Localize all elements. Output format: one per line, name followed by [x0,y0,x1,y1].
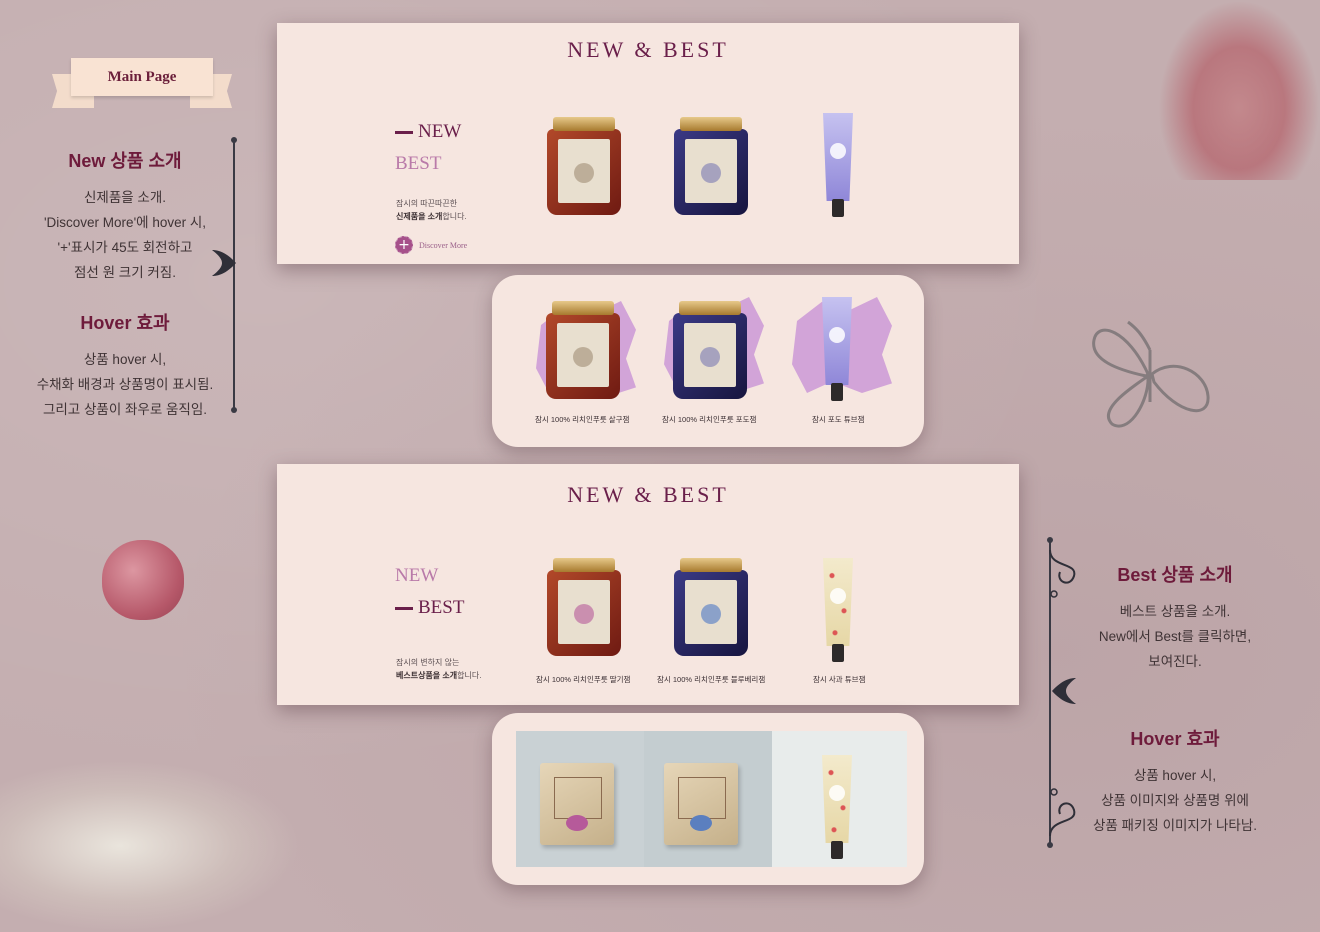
blossom-decoration [0,760,300,932]
desc-bold: 베스트상품을 소개 [396,671,458,680]
note-title: Hover 효과 [1130,729,1220,749]
discover-more-button[interactable]: + Discover More [395,236,467,254]
desc-line: 잠시의 변하지 않는 [396,658,460,667]
note-line: 상품 패키징 이미지가 나타남. [1092,818,1258,833]
product-apple-tube-jam[interactable] [823,558,853,664]
flower-decoration [1158,0,1320,180]
note-title: Best 상품 소개 [1117,565,1233,585]
product-apricot-jam[interactable] [546,301,620,401]
scroll-ornament-icon [1049,549,1076,598]
product-blueberry-jam[interactable] [674,558,748,658]
note-line: New에서 Best를 클릭하면, [1098,629,1252,644]
note-line: 수채화 배경과 상품명이 표시됨. [36,377,214,392]
product-name: 잠시 포도 튜브잼 [812,415,865,424]
main-page-tag: Main Page [52,58,232,110]
note-line: 상품 이미지와 상품명 위에 [1101,793,1249,808]
desc-rest: 합니다. [442,212,467,221]
scroll-ornament-icon [1049,788,1076,837]
arrow-right-icon [212,250,236,276]
plus-icon: + [395,236,413,254]
desc-line: 잠시의 따끈따끈한 [396,199,458,208]
product-name: 잠시 사과 튜브잼 [813,675,866,684]
apple-decoration [102,540,184,620]
tag-label: Main Page [71,58,213,96]
new-best-panel-best: NEW & BEST NEW BEST 잠시의 변하지 않는 베스트상품을 소개… [277,464,1019,705]
hover-demo-new: 잠시 100% 리치인푸룻 살구잼 잠시 100% 리치인푸룻 포도잼 잠시 포… [492,275,924,447]
tab-new[interactable]: NEW [395,565,438,587]
panel-description: 잠시의 따끈따끈한 신제품을 소개합니다. [396,197,467,223]
product-apricot-jam[interactable] [547,117,621,217]
note-line: 신제품을 소개. [83,190,167,205]
product-grape-tube-jam[interactable] [822,297,852,403]
desc-rest: 합니다. [457,671,482,680]
tab-best[interactable]: BEST [395,153,441,175]
note-hover-right: Hover 효과 상품 hover 시, 상품 이미지와 상품명 위에 상품 패… [1080,725,1270,838]
desc-line: 베스트상품을 소개합니다. [396,669,481,682]
hover-demo-best [492,713,924,885]
product-grape-jam[interactable] [673,301,747,401]
note-title: Hover 효과 [80,313,170,333]
desc-bold: 신제품을 소개 [396,212,443,221]
new-best-panel-new: NEW & BEST NEW BEST 잠시의 따끈따끈한 신제품을 소개합니다… [277,23,1019,264]
note-line: '+'표시가 45도 회전하고 [57,240,193,255]
note-line: 상품 hover 시, [1133,768,1217,783]
product-grape-jam[interactable] [674,117,748,217]
product-name: 잠시 100% 리치인푸룻 포도잼 [662,415,757,424]
product-strawberry-jam[interactable] [547,558,621,658]
note-title: New 상품 소개 [68,151,182,171]
desc-line: 신제품을 소개합니다. [396,210,467,223]
note-line: 상품 hover 시, [83,352,167,367]
discover-more-label: Discover More [419,240,468,250]
note-line: 보여진다. [1148,654,1202,669]
note-hover-left: Hover 효과 상품 hover 시, 수채화 배경과 상품명이 표시됨. 그… [22,309,228,422]
tab-new[interactable]: NEW [395,121,461,143]
apple-tube-package[interactable] [822,755,852,861]
note-line: 점선 원 크기 커짐. [74,265,176,280]
note-new-intro: New 상품 소개 신제품을 소개. 'Discover More'에 hove… [22,147,228,285]
note-line: 'Discover More'에 hover 시, [43,215,207,230]
panel-title: NEW & BEST [567,37,729,62]
panel-title: NEW & BEST [567,482,729,507]
product-name: 잠시 100% 리치인푸룻 살구잼 [535,415,630,424]
strawberry-package[interactable] [540,763,614,845]
tab-best[interactable]: BEST [395,597,464,619]
arrow-left-icon [1052,678,1076,704]
butterfly-decoration [1092,320,1210,428]
product-grape-tube-jam[interactable] [823,113,853,219]
note-best-intro: Best 상품 소개 베스트 상품을 소개. New에서 Best를 클릭하면,… [1080,561,1270,674]
panel-description: 잠시의 변하지 않는 베스트상품을 소개합니다. [396,656,481,682]
blueberry-package[interactable] [664,763,738,845]
product-name: 잠시 100% 리치인푸룻 블루베리잼 [657,675,766,684]
note-line: 그리고 상품이 좌우로 움직임. [42,402,208,417]
packaging-strip [516,731,907,867]
product-name: 잠시 100% 리치인푸룻 딸기잼 [536,675,631,684]
note-line: 베스트 상품을 소개. [1119,604,1231,619]
